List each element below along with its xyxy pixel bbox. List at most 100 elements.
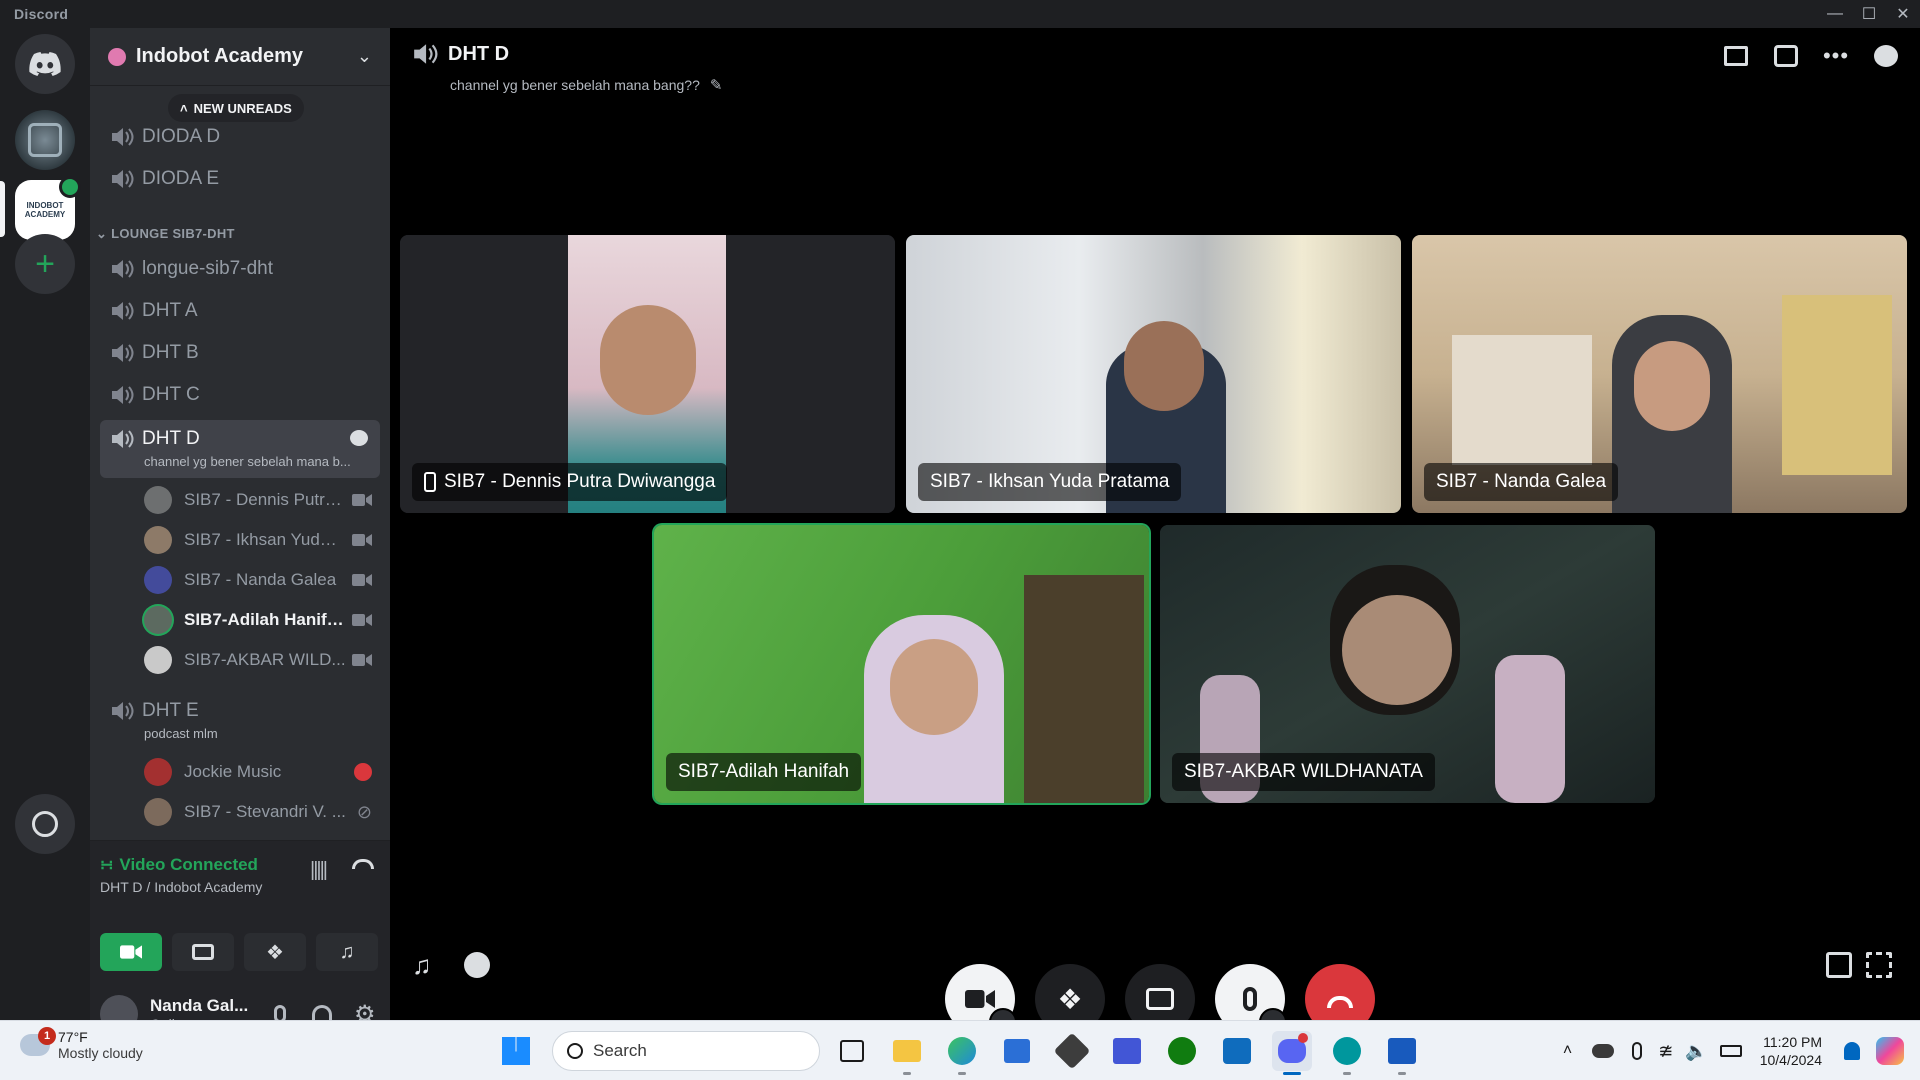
channel-dht-d[interactable]: DHT D channel yg bener sebelah mana b... <box>100 420 380 478</box>
clock[interactable]: 11:20 PM 10/4/2024 <box>1760 1033 1822 1069</box>
maximize-icon[interactable]: ☐ <box>1852 0 1886 28</box>
discord-logo-icon <box>29 52 61 76</box>
outlook-icon[interactable] <box>1217 1031 1257 1071</box>
voice-member[interactable]: SIB7 - Dennis Putra... <box>144 482 380 518</box>
pop-out-icon[interactable] <box>1826 952 1852 978</box>
activities-button[interactable]: ❖ <box>244 933 306 971</box>
channel-dht-e[interactable]: DHT E podcast mlm <box>100 694 380 744</box>
more-options-icon[interactable]: ••• <box>1822 42 1850 70</box>
emoji-icon[interactable] <box>464 952 490 978</box>
battery-icon[interactable] <box>1719 1045 1742 1057</box>
server-icon-indobot-academy[interactable]: INDOBOT ACADEMY <box>15 176 81 240</box>
notification-bell-icon[interactable] <box>1844 1042 1860 1060</box>
voice-channel-icon <box>112 260 134 278</box>
stage-topic: channel yg bener sebelah mana bang?? ✎ <box>450 76 722 94</box>
channel-longue-sib7-dht[interactable]: longue-sib7-dht <box>100 250 380 288</box>
volume-icon[interactable]: 🔈 <box>1685 1041 1707 1062</box>
chat-bubble-icon[interactable] <box>350 430 368 446</box>
video-tile[interactable]: SIB7-AKBAR WILDHANATA <box>1160 525 1655 803</box>
task-view-icon[interactable] <box>832 1031 872 1071</box>
share-screen-button[interactable] <box>172 933 234 971</box>
server-icon-robot[interactable] <box>15 110 75 170</box>
video-camera-icon <box>352 654 372 666</box>
chevron-up-icon[interactable]: ˄ <box>1563 1042 1572 1060</box>
add-server-button[interactable]: + <box>15 234 75 294</box>
discord-taskbar-icon[interactable] <box>1272 1031 1312 1075</box>
grid-layout-icon[interactable] <box>1722 42 1750 70</box>
video-tile[interactable]: SIB7 - Ikhsan Yuda Pratama <box>906 235 1401 513</box>
category-lounge[interactable]: ⌄ LOUNGE SIB7-DHT <box>96 226 235 242</box>
file-explorer-icon[interactable] <box>887 1031 927 1075</box>
member-name: SIB7 - Stevandri V. ... <box>184 802 346 821</box>
start-button[interactable] <box>496 1031 536 1071</box>
copilot-icon[interactable] <box>1876 1037 1904 1065</box>
avatar <box>144 646 172 674</box>
voice-member[interactable]: Jockie Music <box>144 754 380 790</box>
indobot-logo-icon: INDOBOT ACADEMY <box>24 201 66 219</box>
member-name: Jockie Music <box>184 762 282 781</box>
video-camera-icon <box>352 614 372 626</box>
user-name: Nanda Gal... <box>150 996 249 1015</box>
wifi-icon[interactable]: ≇ <box>1658 1041 1673 1062</box>
soundboard-button[interactable]: ♫ <box>316 933 378 971</box>
voice-status[interactable]: ∺ Video Connected <box>100 855 258 875</box>
onedrive-icon[interactable] <box>1592 1044 1615 1058</box>
circuit-icon <box>28 123 62 157</box>
mobile-phone-icon <box>424 472 436 492</box>
participant-nametag: SIB7-AKBAR WILDHANATA <box>1172 753 1435 791</box>
soundboard-icon[interactable]: ♫ <box>412 950 432 981</box>
minimize-icon[interactable]: — <box>1818 0 1852 28</box>
channel-dioda-d[interactable]: DIODA D <box>100 118 380 156</box>
taskbar: 77°F Mostly cloudy 1 Search ˄ ≇ 🔈 11:20 … <box>0 1020 1920 1080</box>
inbox-icon[interactable] <box>1772 42 1800 70</box>
close-icon[interactable]: ✕ <box>1886 0 1920 28</box>
member-name: SIB7 - Ikhsan Yuda ... <box>184 530 346 549</box>
voice-channel-icon <box>112 302 134 320</box>
toggle-camera-button[interactable] <box>100 933 162 971</box>
server-header[interactable]: Indobot Academy ⌄ <box>90 28 390 86</box>
noise-suppression-icon[interactable]: ||||| <box>310 859 328 882</box>
xbox-icon[interactable] <box>1162 1031 1202 1071</box>
avatar <box>144 758 172 786</box>
active-server-pill <box>0 181 5 237</box>
home-button[interactable] <box>15 34 75 94</box>
microsoft-store-icon[interactable] <box>997 1031 1037 1071</box>
channel-topic: channel yg bener sebelah mana b... <box>144 454 351 469</box>
edge-browser-icon[interactable] <box>942 1031 982 1075</box>
voice-channel-icon <box>414 44 438 64</box>
pencil-icon[interactable]: ✎ <box>710 76 723 94</box>
search-icon <box>567 1043 583 1059</box>
arduino-icon[interactable] <box>1327 1031 1367 1075</box>
participant-nametag: SIB7 - Nanda Galea <box>1424 463 1619 501</box>
channel-dht-a[interactable]: DHT A <box>100 292 380 330</box>
discover-button[interactable] <box>15 794 75 854</box>
signal-icon: ∺ <box>100 857 114 874</box>
avatar <box>144 486 172 514</box>
voice-member[interactable]: SIB7-Adilah Hanifah <box>144 602 380 638</box>
voice-member[interactable]: SIB7 - Ikhsan Yuda ... <box>144 522 380 558</box>
avatar <box>144 526 172 554</box>
channel-dht-c[interactable]: DHT C <box>100 376 380 414</box>
channel-title: DHT D <box>448 42 510 65</box>
topic-text: channel yg bener sebelah mana bang?? <box>450 77 700 93</box>
voice-channel-icon <box>112 170 134 188</box>
voice-member[interactable]: SIB7 - Nanda Galea <box>144 562 380 598</box>
video-tile[interactable]: SIB7 - Dennis Putra Dwiwangga <box>400 235 895 513</box>
voice-member[interactable]: SIB7-AKBAR WILD... <box>144 642 380 678</box>
channel-label: DHT D <box>142 428 200 449</box>
microphone-icon[interactable] <box>1632 1042 1643 1060</box>
fullscreen-icon[interactable] <box>1866 952 1892 978</box>
unity-hub-icon[interactable] <box>1052 1031 1092 1071</box>
video-tile[interactable]: SIB7 - Nanda Galea <box>1412 235 1907 513</box>
disconnect-icon[interactable] <box>352 859 374 869</box>
voice-location[interactable]: DHT D / Indobot Academy <box>100 879 262 895</box>
word-icon[interactable] <box>1382 1031 1422 1075</box>
video-tile-speaking[interactable]: SIB7-Adilah Hanifah <box>654 525 1149 803</box>
channel-dht-b[interactable]: DHT B <box>100 334 380 372</box>
voice-member[interactable]: SIB7 - Stevandri V. ... ⊘ <box>144 794 380 830</box>
channel-dioda-e[interactable]: DIODA E <box>100 160 380 198</box>
visual-studio-icon[interactable] <box>1107 1031 1147 1071</box>
taskbar-search[interactable]: Search <box>552 1031 820 1071</box>
chat-icon[interactable] <box>1872 42 1900 70</box>
voice-channel-icon <box>112 128 134 146</box>
